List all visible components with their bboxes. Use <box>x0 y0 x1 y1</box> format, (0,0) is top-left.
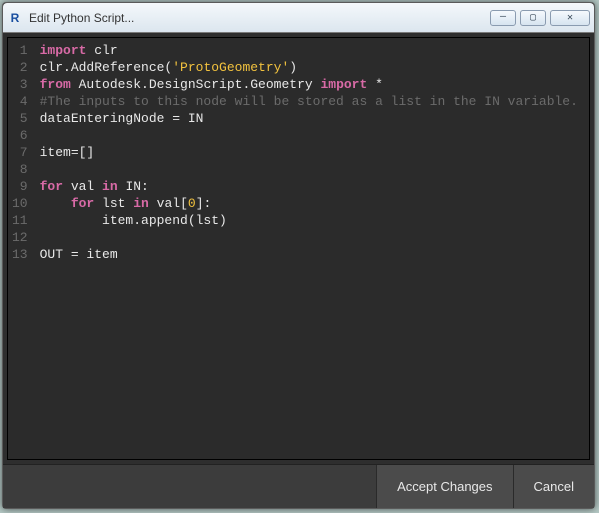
line-number: 5 <box>12 110 28 127</box>
line-number: 6 <box>12 127 28 144</box>
cancel-button[interactable]: Cancel <box>513 465 594 508</box>
code-line[interactable]: for lst in val[0]: <box>40 195 583 212</box>
code-area[interactable]: import clrclr.AddReference('ProtoGeometr… <box>34 38 589 459</box>
code-line[interactable] <box>40 161 583 178</box>
code-line[interactable]: import clr <box>40 42 583 59</box>
code-line[interactable] <box>40 127 583 144</box>
line-number: 3 <box>12 76 28 93</box>
window-controls: — ▢ ✕ <box>490 10 590 26</box>
code-line[interactable]: #The inputs to this node will be stored … <box>40 93 583 110</box>
minimize-button[interactable]: — <box>490 10 516 26</box>
line-number: 9 <box>12 178 28 195</box>
app-icon: R <box>7 10 23 26</box>
close-button[interactable]: ✕ <box>550 10 590 26</box>
footer: Accept Changes Cancel <box>3 464 594 508</box>
titlebar[interactable]: R Edit Python Script... — ▢ ✕ <box>3 3 594 33</box>
code-line[interactable]: from Autodesk.DesignScript.Geometry impo… <box>40 76 583 93</box>
line-number: 13 <box>12 246 28 263</box>
line-number-gutter: 12345678910111213 <box>8 38 34 459</box>
code-line[interactable]: item=[] <box>40 144 583 161</box>
code-editor[interactable]: 12345678910111213 import clrclr.AddRefer… <box>7 37 590 460</box>
code-line[interactable]: for val in IN: <box>40 178 583 195</box>
code-line[interactable]: OUT = item <box>40 246 583 263</box>
line-number: 1 <box>12 42 28 59</box>
window-title: Edit Python Script... <box>29 11 490 25</box>
line-number: 12 <box>12 229 28 246</box>
line-number: 2 <box>12 59 28 76</box>
line-number: 4 <box>12 93 28 110</box>
code-line[interactable]: clr.AddReference('ProtoGeometry') <box>40 59 583 76</box>
code-line[interactable]: item.append(lst) <box>40 212 583 229</box>
line-number: 11 <box>12 212 28 229</box>
line-number: 7 <box>12 144 28 161</box>
maximize-button[interactable]: ▢ <box>520 10 546 26</box>
accept-changes-button[interactable]: Accept Changes <box>376 465 512 508</box>
line-number: 10 <box>12 195 28 212</box>
line-number: 8 <box>12 161 28 178</box>
editor-window: R Edit Python Script... — ▢ ✕ 1234567891… <box>2 2 595 509</box>
code-line[interactable] <box>40 229 583 246</box>
code-line[interactable]: dataEnteringNode = IN <box>40 110 583 127</box>
